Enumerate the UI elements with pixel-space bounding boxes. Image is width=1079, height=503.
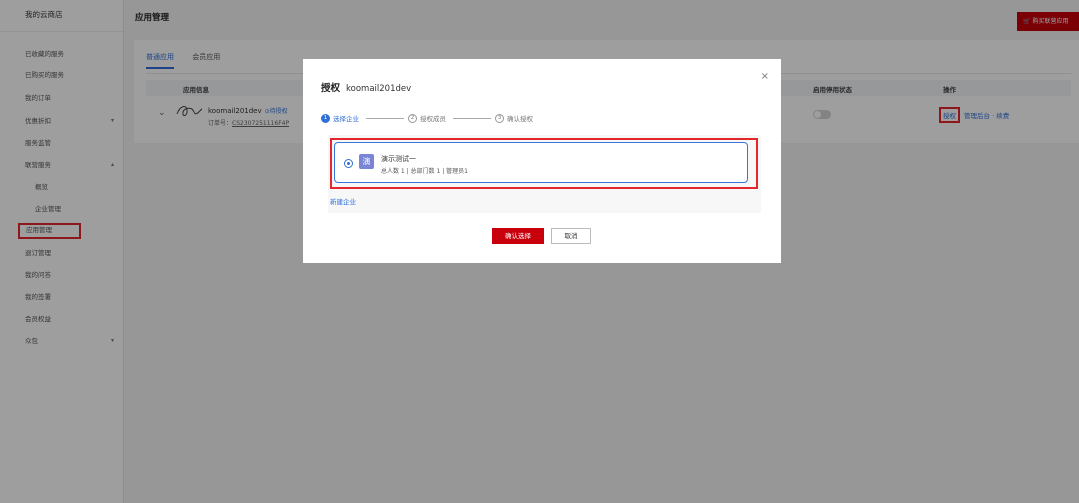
step-confirm-authorization: 3 确认授权 [495, 113, 533, 123]
dialog-subtitle: koomail201dev [346, 84, 412, 94]
step-number: 1 [321, 113, 330, 123]
dialog-title: 授权 koomail201dev [321, 80, 411, 94]
step-indicator: 1 选择企业 2 授权成员 3 确认授权 [321, 113, 741, 125]
enterprise-avatar: 演 [359, 154, 374, 169]
authorize-dialog: × 授权 koomail201dev 1 选择企业 2 授权成员 3 确认授权 演 演示… [303, 59, 781, 263]
close-icon[interactable]: × [761, 71, 769, 82]
new-enterprise-link[interactable]: 新建企业 [330, 196, 356, 206]
step-number: 3 [495, 113, 504, 123]
dialog-title-text: 授权 [321, 83, 341, 94]
step-connector [453, 118, 491, 119]
enterprise-option[interactable]: 演 演示测试一 总人数 1 | 总部门数 1 | 管理员1 [334, 142, 748, 183]
confirm-selection-button[interactable]: 确认选择 [492, 228, 544, 244]
cancel-button[interactable]: 取消 [551, 228, 591, 244]
radio-selected[interactable] [344, 159, 353, 168]
step-connector [366, 118, 404, 119]
step-number: 2 [408, 113, 417, 123]
enterprise-name: 演示测试一 [381, 155, 416, 163]
step-label: 选择企业 [333, 115, 359, 123]
enterprise-stats: 总人数 1 | 总部门数 1 | 管理员1 [381, 168, 468, 175]
step-select-enterprise: 1 选择企业 [321, 113, 359, 123]
step-label: 授权成员 [420, 115, 446, 123]
step-label: 确认授权 [507, 115, 533, 123]
step-authorize-members: 2 授权成员 [408, 113, 446, 123]
